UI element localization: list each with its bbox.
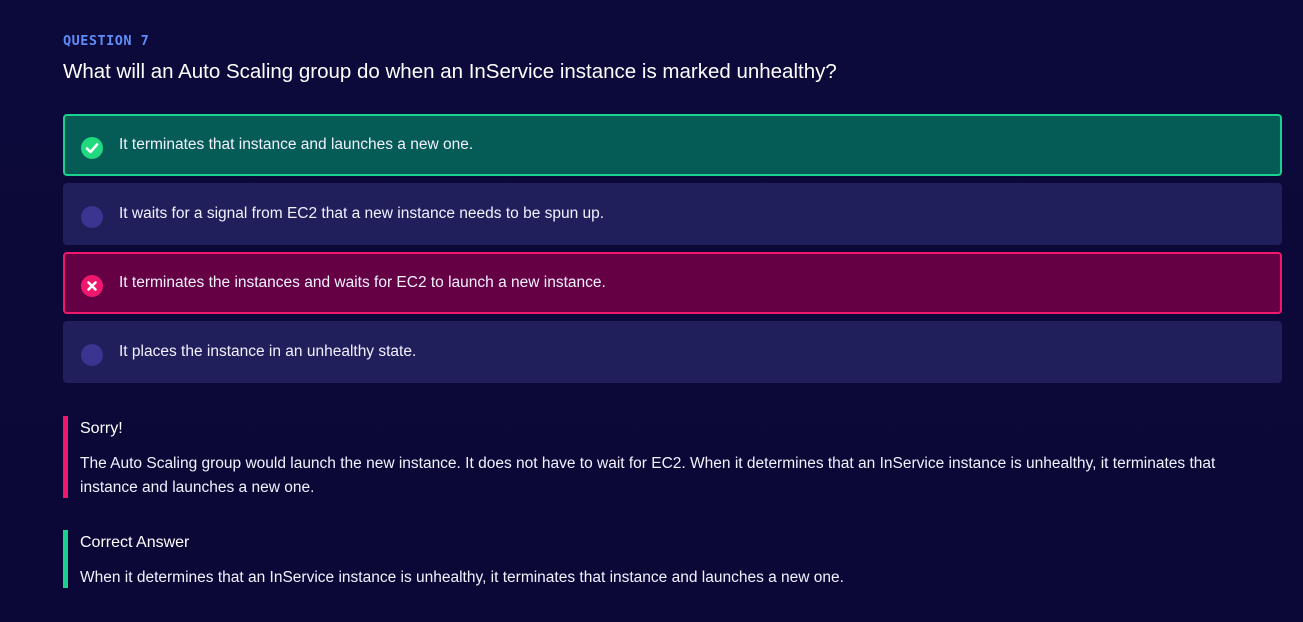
answer-option-text: It terminates that instance and launches… xyxy=(119,136,474,153)
feedback-title: Sorry! xyxy=(80,420,123,437)
correct-answer-body: When it determines that an InService ins… xyxy=(80,569,844,586)
answer-option-3[interactable]: It terminates the instances and waits fo… xyxy=(63,252,1282,314)
answer-option-4[interactable]: It places the instance in an unhealthy s… xyxy=(63,321,1282,383)
x-circle-icon xyxy=(81,275,103,297)
question-number-label: QUESTION 7 xyxy=(63,33,150,49)
answer-option-1[interactable]: It terminates that instance and launches… xyxy=(63,114,1282,176)
question-text: What will an Auto Scaling group do when … xyxy=(63,60,837,83)
answer-option-text: It terminates the instances and waits fo… xyxy=(119,274,606,291)
feedback-body: The Auto Scaling group would launch the … xyxy=(80,455,1216,496)
answer-option-2[interactable]: It waits for a signal from EC2 that a ne… xyxy=(63,183,1282,245)
correct-answer-section: Correct Answer When it determines that a… xyxy=(63,530,1282,588)
check-circle-icon xyxy=(81,137,103,159)
correct-answer-title: Correct Answer xyxy=(80,534,190,551)
answer-option-text: It places the instance in an unhealthy s… xyxy=(119,343,417,360)
incorrect-feedback: Sorry! The Auto Scaling group would laun… xyxy=(63,416,1282,498)
feedback-accent-bar xyxy=(63,416,68,498)
correct-accent-bar xyxy=(63,530,68,588)
answer-options-list: It terminates that instance and launches… xyxy=(63,114,1282,390)
radio-empty-icon xyxy=(81,206,103,228)
radio-empty-icon xyxy=(81,344,103,366)
answer-option-text: It waits for a signal from EC2 that a ne… xyxy=(119,205,605,222)
